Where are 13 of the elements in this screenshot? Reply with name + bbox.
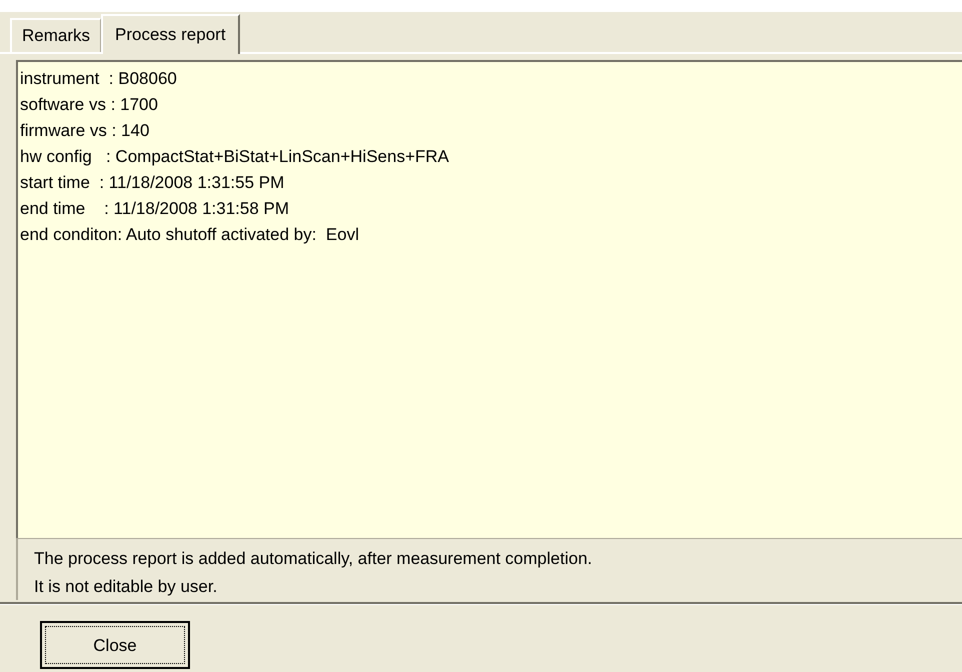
report-line: hw config : CompactStat+BiStat+LinScan+HiSens+FRA (20, 146, 450, 168)
report-line: end conditon: Auto shutoff activated by: Eovl (20, 224, 359, 246)
close-button[interactable]: Close (40, 621, 190, 669)
info-text: It is not editable by user. (34, 576, 218, 598)
tab[interactable]: Process report (101, 14, 240, 54)
report-line: end time : 11/18/2008 1:31:58 PM (20, 198, 290, 220)
report-text-area[interactable] (16, 60, 962, 538)
report-line: start time : 11/18/2008 1:31:55 PM (20, 172, 284, 194)
report-line: software vs : 1700 (20, 94, 158, 116)
info-text: The process report is added automatically, after measurement completion. (34, 548, 592, 570)
report-line: firmware vs : 140 (20, 120, 150, 142)
report-line: instrument : B08060 (20, 68, 177, 90)
tab[interactable]: Remarks (10, 18, 102, 52)
